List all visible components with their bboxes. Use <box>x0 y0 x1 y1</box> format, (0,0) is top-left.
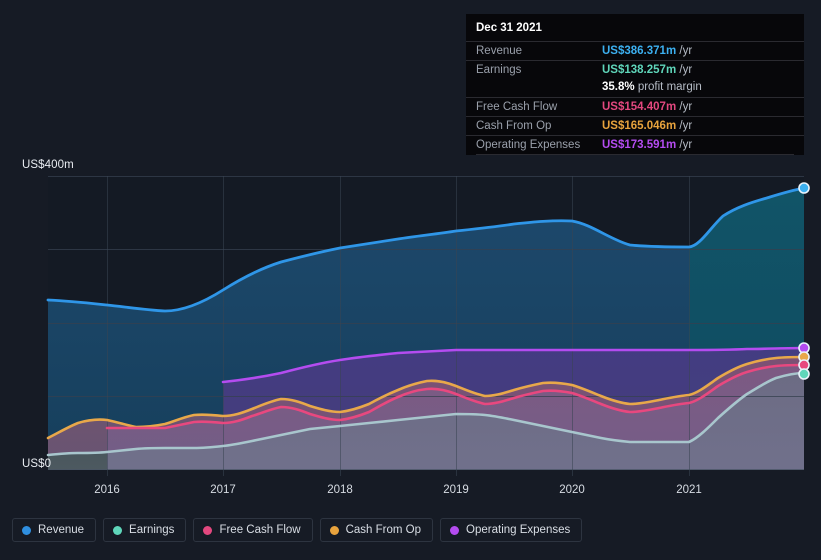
tooltip-unit-cash-from-op: /yr <box>679 120 693 132</box>
earnings-endpoint-marker <box>798 368 810 380</box>
legend-dot-cash-from-op-icon <box>329 525 339 535</box>
legend-item-free-cash-flow[interactable]: Free Cash Flow <box>193 518 313 542</box>
tooltip-value-cash-from-op: US$165.046m <box>602 120 677 132</box>
tooltip-profit-margin-value: 35.8% <box>602 81 635 93</box>
tooltip-row-earnings: Earnings US$138.257m /yr <box>466 60 804 80</box>
legend-dot-revenue-icon <box>22 525 31 535</box>
tooltip-key-operating-expenses: Operating Expenses <box>476 139 581 151</box>
tooltip-bottom-divider <box>476 154 794 155</box>
legend-label-free-cash-flow: Free Cash Flow <box>219 524 301 536</box>
x-tick-2016: 2016 <box>94 484 120 496</box>
legend-dot-operating-expenses-icon <box>450 525 460 535</box>
tooltip-row-operating-expenses: Operating Expenses US$173.591m /yr <box>466 135 804 155</box>
legend-label-cash-from-op: Cash From Op <box>345 524 422 536</box>
tooltip-unit-earnings: /yr <box>679 64 693 76</box>
tooltip-row-cash-from-op: Cash From Op US$165.046m /yr <box>466 116 804 136</box>
tooltip-value-revenue: US$386.371m <box>602 45 677 57</box>
x-tick-2018: 2018 <box>327 484 353 496</box>
tooltip-key-free-cash-flow: Free Cash Flow <box>476 101 558 113</box>
x-tick-2017: 2017 <box>210 484 236 496</box>
legend-item-revenue[interactable]: Revenue <box>12 518 97 542</box>
x-tick-2021: 2021 <box>676 484 702 496</box>
chart-tooltip: Dec 31 2021 Revenue US$386.371m /yr Earn… <box>466 14 804 155</box>
legend-dot-earnings-icon <box>113 525 123 535</box>
tooltip-unit-revenue: /yr <box>679 45 693 57</box>
tooltip-row-profit-margin: 35.8% profit margin <box>466 79 804 98</box>
tooltip-unit-operating-expenses: /yr <box>679 139 693 151</box>
tooltip-profit-margin-label: profit margin <box>637 81 702 93</box>
revenue-endpoint-marker <box>798 182 810 194</box>
financial-area-chart-screen: US$400m US$0 2016 2017 2018 2019 2020 20… <box>0 0 821 560</box>
legend-item-operating-expenses[interactable]: Operating Expenses <box>440 518 583 542</box>
legend-label-earnings: Earnings <box>129 524 175 536</box>
tooltip-date: Dec 31 2021 <box>476 22 542 34</box>
tooltip-key-cash-from-op: Cash From Op <box>476 120 552 132</box>
tooltip-key-earnings: Earnings <box>476 64 522 76</box>
x-tick-2020: 2020 <box>559 484 585 496</box>
tooltip-value-operating-expenses: US$173.591m <box>602 139 677 151</box>
x-tick-2019: 2019 <box>443 484 469 496</box>
legend-dot-free-cash-flow-icon <box>203 525 213 535</box>
chart-legend: Revenue Earnings Free Cash Flow Cash Fro… <box>12 518 583 542</box>
tooltip-value-earnings: US$138.257m <box>602 64 677 76</box>
legend-label-revenue: Revenue <box>38 524 85 536</box>
legend-item-earnings[interactable]: Earnings <box>103 518 187 542</box>
tooltip-value-free-cash-flow: US$154.407m <box>602 101 677 113</box>
legend-item-cash-from-op[interactable]: Cash From Op <box>319 518 434 542</box>
tooltip-table: Revenue US$386.371m /yr Earnings US$138.… <box>466 41 804 154</box>
tooltip-key-revenue: Revenue <box>476 45 523 57</box>
legend-label-operating-expenses: Operating Expenses <box>466 524 571 536</box>
tooltip-unit-free-cash-flow: /yr <box>679 101 693 113</box>
tooltip-row-revenue: Revenue US$386.371m /yr <box>466 41 804 61</box>
tooltip-row-free-cash-flow: Free Cash Flow US$154.407m /yr <box>466 97 804 117</box>
